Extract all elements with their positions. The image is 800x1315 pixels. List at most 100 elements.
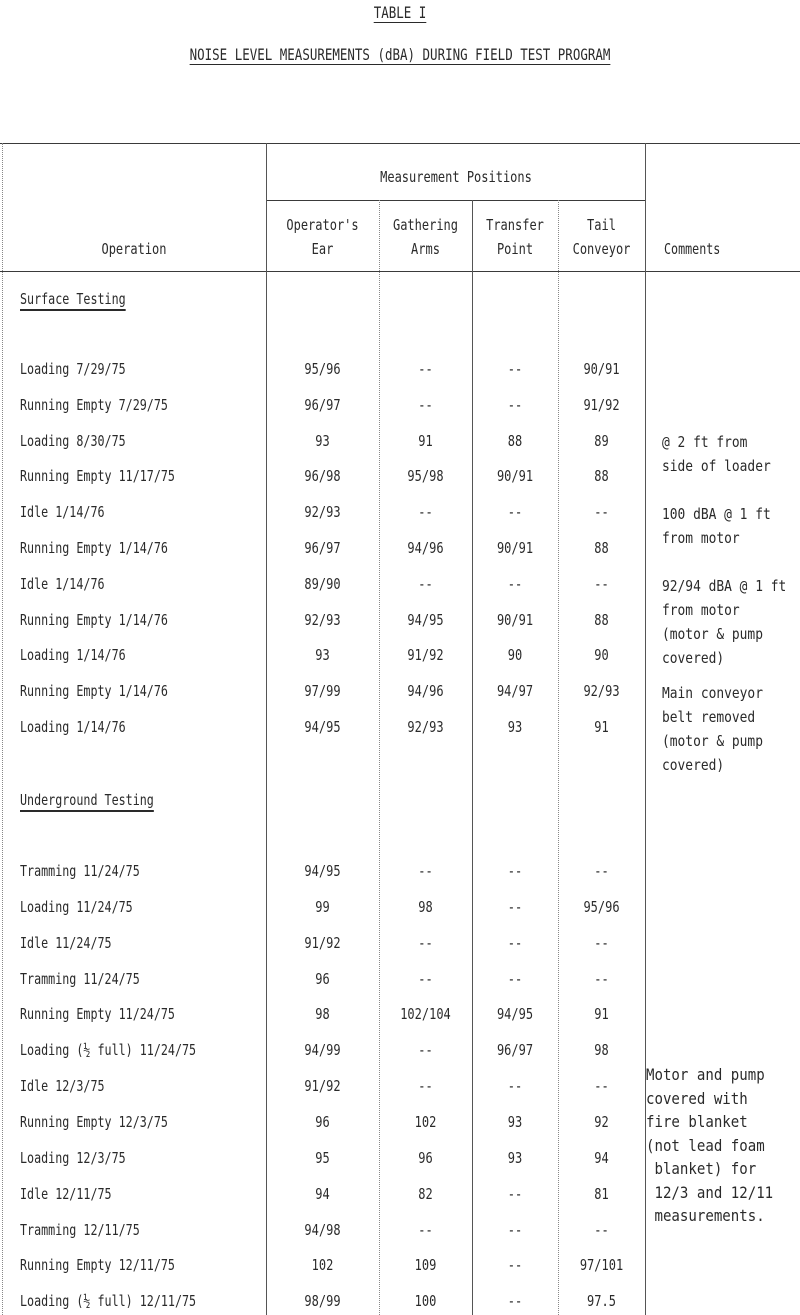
gathering-arms-cell: 109 — [414, 1256, 437, 1274]
comment-surface-2: 100 dBA @ 1 ft from motor — [662, 505, 771, 547]
tail-conveyor-cell: -- — [594, 862, 609, 880]
transfer-point-cell: -- — [507, 898, 523, 916]
table-caption: NOISE LEVEL MEASUREMENTS (dBA) DURING FI… — [189, 45, 611, 64]
operation-cell: Idle 1/14/76 — [20, 503, 105, 521]
operator-ear-cell: 91/92 — [304, 934, 341, 952]
operator-ear-cell: 89/90 — [304, 575, 341, 593]
tail-conveyor-cell: 92 — [594, 1113, 609, 1131]
tail-conveyor-cell: 95/96 — [583, 898, 620, 916]
operator-ear-cell: 94/98 — [304, 1221, 341, 1239]
transfer-point-cell: -- — [507, 360, 523, 378]
header-tail-conveyor-line1: Tail — [587, 216, 616, 234]
gathering-arms-cell: -- — [418, 396, 433, 414]
operator-ear-cell: 95/96 — [304, 360, 341, 378]
col-divider-operator-ear — [379, 200, 380, 1315]
tail-conveyor-cell: 88 — [594, 611, 609, 629]
operation-cell: Idle 12/11/75 — [20, 1185, 112, 1203]
operator-ear-cell: 96 — [315, 970, 330, 988]
gathering-arms-cell: 100 — [414, 1292, 437, 1310]
operation-cell: Running Empty 7/29/75 — [20, 396, 168, 414]
operation-cell: Idle 1/14/76 — [20, 575, 105, 593]
table-top-rule — [0, 143, 800, 144]
transfer-point-cell: 93 — [507, 1113, 523, 1131]
transfer-point-cell: 90 — [507, 646, 523, 664]
operator-ear-cell: 92/93 — [304, 503, 341, 521]
tail-conveyor-cell: 89 — [594, 432, 609, 450]
operator-ear-cell: 93 — [315, 432, 330, 450]
gathering-arms-cell: 82 — [418, 1185, 433, 1203]
gathering-arms-cell: 92/93 — [407, 718, 444, 736]
section-title-surface: Surface Testing — [20, 290, 126, 308]
tail-conveyor-cell: -- — [594, 1221, 609, 1239]
operator-ear-cell: 96/98 — [304, 467, 341, 485]
operation-cell: Loading 1/14/76 — [20, 646, 126, 664]
operator-ear-cell: 96/97 — [304, 539, 341, 557]
transfer-point-cell: 90/91 — [496, 611, 534, 629]
gathering-arms-cell: 95/98 — [407, 467, 444, 485]
operator-ear-cell: 102 — [311, 1256, 334, 1274]
gathering-arms-cell: -- — [418, 1041, 433, 1059]
transfer-point-cell: -- — [507, 503, 523, 521]
transfer-point-cell: 94/95 — [496, 1005, 534, 1023]
header-transfer-point-line2: Point — [496, 240, 534, 258]
transfer-point-cell: -- — [507, 1221, 523, 1239]
header-measurement-positions: Measurement Positions — [380, 168, 532, 186]
tail-conveyor-cell: 91/92 — [583, 396, 620, 414]
comment-surface-1: @ 2 ft from side of loader — [662, 433, 771, 475]
gathering-arms-cell: 102 — [414, 1113, 437, 1131]
operator-ear-cell: 94/95 — [304, 862, 341, 880]
operation-cell: Running Empty 11/17/75 — [20, 467, 175, 485]
tail-conveyor-cell: -- — [594, 970, 609, 988]
operator-ear-cell: 96 — [315, 1113, 330, 1131]
gathering-arms-cell: 91 — [418, 432, 433, 450]
transfer-point-cell: -- — [507, 1292, 523, 1310]
gathering-arms-cell: 98 — [418, 898, 433, 916]
operation-cell: Tramming 11/24/75 — [20, 862, 140, 880]
gathering-arms-cell: 91/92 — [407, 646, 444, 664]
col-divider-gathering-arms — [472, 200, 473, 1315]
transfer-point-cell: 96/97 — [496, 1041, 534, 1059]
header-transfer-point-line1: Transfer — [486, 216, 544, 234]
gathering-arms-cell: -- — [418, 934, 433, 952]
transfer-point-cell: -- — [507, 396, 523, 414]
tail-conveyor-cell: 98 — [594, 1041, 609, 1059]
comment-surface-4: Main conveyor belt removed (motor & pump… — [662, 684, 763, 774]
header-operator-ear-line2: Ear — [311, 240, 334, 258]
transfer-point-cell: -- — [507, 1256, 523, 1274]
operator-ear-cell: 97/99 — [304, 682, 341, 700]
operator-ear-cell: 93 — [315, 646, 330, 664]
header-gathering-arms-line2: Arms — [411, 240, 440, 258]
operation-cell: Loading 12/3/75 — [20, 1149, 126, 1167]
transfer-point-cell: -- — [507, 1185, 523, 1203]
operation-cell: Loading (½ full) 12/11/75 — [20, 1292, 197, 1310]
operation-cell: Idle 12/3/75 — [20, 1077, 105, 1095]
gathering-arms-cell: -- — [418, 503, 433, 521]
tail-conveyor-cell: 91 — [594, 1005, 609, 1023]
gathering-arms-cell: -- — [418, 360, 433, 378]
transfer-point-cell: 93 — [507, 1149, 523, 1167]
transfer-point-cell: -- — [507, 575, 523, 593]
gathering-arms-cell: 96 — [418, 1149, 433, 1167]
operation-cell: Running Empty 12/3/75 — [20, 1113, 168, 1131]
tail-conveyor-cell: 90/91 — [583, 360, 620, 378]
tail-conveyor-cell: 81 — [594, 1185, 609, 1203]
operator-ear-cell: 94/99 — [304, 1041, 341, 1059]
operator-ear-cell: 98/99 — [304, 1292, 341, 1310]
operation-cell: Loading (½ full) 11/24/75 — [20, 1041, 197, 1059]
gathering-arms-cell: -- — [418, 1077, 433, 1095]
tail-conveyor-cell: -- — [594, 1077, 609, 1095]
header-bottom-rule — [0, 271, 800, 272]
header-operator-ear-line1: Operator's — [286, 216, 359, 234]
operation-cell: Tramming 11/24/75 — [20, 970, 140, 988]
group-header-rule — [266, 200, 646, 201]
comment-surface-3: 92/94 dBA @ 1 ft from motor (motor & pum… — [662, 577, 787, 667]
operator-ear-cell: 95 — [315, 1149, 330, 1167]
gathering-arms-cell: -- — [418, 862, 433, 880]
transfer-point-cell: 93 — [507, 718, 523, 736]
operation-cell: Running Empty 1/14/76 — [20, 611, 168, 629]
table-left-border — [2, 143, 3, 1315]
col-divider-operation — [266, 143, 267, 1315]
transfer-point-cell: -- — [507, 1077, 523, 1095]
gathering-arms-cell: 94/96 — [407, 682, 444, 700]
tail-conveyor-cell: 94 — [594, 1149, 609, 1167]
